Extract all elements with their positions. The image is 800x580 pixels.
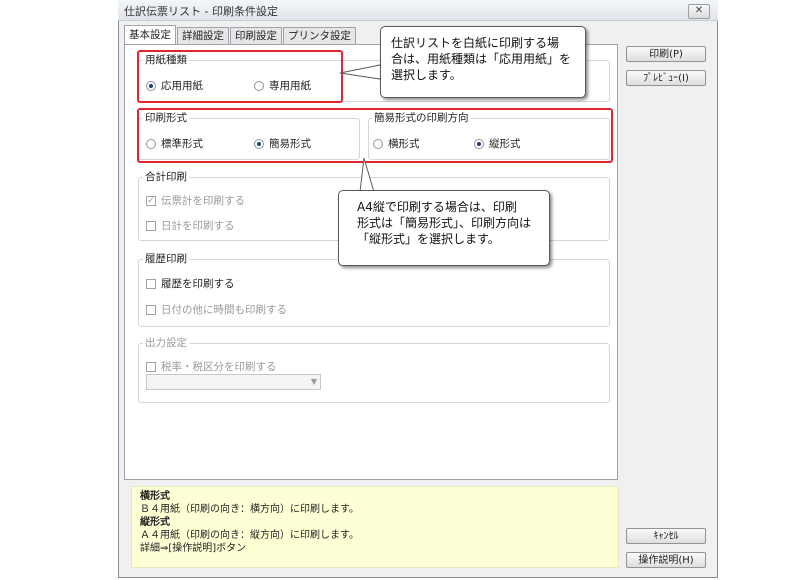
callout-line: 形式は「簡易形式」、印刷方向は bbox=[357, 216, 532, 230]
callout-line: 選択します。 bbox=[391, 68, 462, 82]
close-button[interactable]: ✕ bbox=[688, 4, 710, 19]
info-heading-landscape: 横形式 bbox=[140, 491, 170, 502]
info-text-landscape: Ｂ４用紙（印刷の向き：横方向）に印刷します。 bbox=[140, 504, 359, 515]
callout-line: A4縦で印刷する場合は、印刷 bbox=[357, 200, 517, 214]
info-heading-portrait: 縦形式 bbox=[140, 517, 170, 528]
callout-line: 仕訳リストを白紙に印刷する場 bbox=[391, 36, 560, 50]
checkbox-label: 伝票計を印刷する bbox=[161, 195, 245, 207]
checkbox-indicator bbox=[146, 361, 156, 372]
checkbox-label: 税率・税区分を印刷する bbox=[161, 361, 277, 373]
checkbox-voucher-total[interactable]: ✓ 伝票計を印刷する bbox=[146, 193, 245, 208]
total-print-title: 合計印刷 bbox=[143, 169, 189, 184]
history-print-title: 履歴印刷 bbox=[143, 251, 189, 266]
tax-select-dropdown[interactable]: ▼ bbox=[146, 374, 321, 390]
callout-paper-type: 仕訳リストを白紙に印刷する場 合は、用紙種類は「応用用紙」を 選択します。 bbox=[380, 26, 586, 98]
callout-line: 「縦形式」を選択します。 bbox=[357, 232, 500, 246]
help-button[interactable]: 操作説明(H) bbox=[626, 552, 706, 568]
checkbox-daily-total[interactable]: 日計を印刷する bbox=[146, 218, 235, 233]
checkbox-print-time[interactable]: 日付の他に時間も印刷する bbox=[146, 302, 287, 317]
highlight-paper-type bbox=[137, 50, 343, 103]
print-button[interactable]: 印刷(P) bbox=[626, 46, 706, 62]
cancel-button[interactable]: ｷｬﾝｾﾙ bbox=[626, 528, 706, 544]
checkbox-tax-rate[interactable]: 税率・税区分を印刷する bbox=[146, 359, 277, 374]
info-help-link: 詳細⇒[操作説明]ボタン bbox=[140, 543, 247, 554]
window-title: 仕訳伝票リスト - 印刷条件設定 bbox=[124, 5, 278, 18]
checkbox-indicator bbox=[146, 278, 156, 289]
checkbox-indicator: ✓ bbox=[146, 195, 156, 206]
callout-line: 合は、用紙種類は「応用用紙」を bbox=[391, 52, 572, 66]
tab-basic-settings[interactable]: 基本設定 bbox=[124, 25, 176, 44]
chevron-down-icon: ▼ bbox=[310, 377, 317, 386]
callout-print-format: A4縦で印刷する場合は、印刷 形式は「簡易形式」、印刷方向は 「縦形式」を選択し… bbox=[338, 190, 550, 266]
checkbox-label: 日計を印刷する bbox=[161, 220, 235, 232]
checkbox-label: 履歴を印刷する bbox=[161, 278, 235, 290]
tab-printer-settings[interactable]: プリンタ設定 bbox=[283, 27, 356, 44]
checkbox-indicator bbox=[146, 220, 156, 231]
tab-detail-settings[interactable]: 詳細設定 bbox=[177, 27, 229, 44]
output-settings-title: 出力設定 bbox=[143, 335, 189, 350]
checkbox-print-history[interactable]: 履歴を印刷する bbox=[146, 276, 235, 291]
info-text-portrait: Ａ４用紙（印刷の向き：縦方向）に印刷します。 bbox=[140, 530, 359, 541]
tab-print-settings[interactable]: 印刷設定 bbox=[230, 27, 282, 44]
preview-button[interactable]: ﾌﾟﾚﾋﾞｭｰ(I) bbox=[626, 70, 706, 86]
info-panel: 横形式 Ｂ４用紙（印刷の向き：横方向）に印刷します。 縦形式 Ａ４用紙（印刷の向… bbox=[131, 486, 619, 568]
tab-bar: 基本設定 詳細設定 印刷設定 プリンタ設定 bbox=[124, 25, 357, 45]
checkbox-label: 日付の他に時間も印刷する bbox=[161, 304, 287, 316]
checkbox-indicator bbox=[146, 304, 156, 315]
